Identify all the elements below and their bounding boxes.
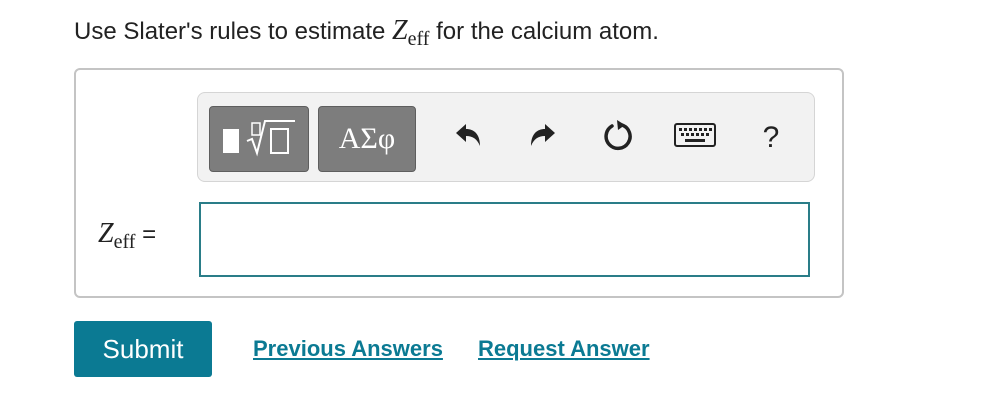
reset-icon [600, 118, 636, 159]
help-button[interactable]: ? [746, 113, 796, 163]
submit-button[interactable]: Submit [74, 321, 212, 377]
question-prefix: Use Slater's rules to estimate [74, 18, 393, 45]
symbols-label: ΑΣφ [338, 122, 396, 155]
answer-label-symbol: Z [98, 218, 114, 249]
request-answer-link[interactable]: Request Answer [478, 336, 650, 362]
question-symbol: Z [392, 15, 408, 46]
keyboard-icon [674, 122, 716, 154]
math-toolbar: ΑΣφ ? [197, 92, 815, 182]
answer-label: Zeff = [98, 218, 157, 253]
help-label: ? [762, 121, 780, 154]
undo-button[interactable] [443, 113, 493, 163]
reset-button[interactable] [593, 113, 643, 163]
answer-label-subscript: eff [113, 231, 136, 253]
answer-label-equals: = [135, 221, 157, 248]
redo-button[interactable] [518, 113, 568, 163]
question-subscript: eff [407, 28, 430, 50]
question-text: Use Slater's rules to estimate Zeff for … [74, 14, 659, 50]
question-suffix: for the calcium atom. [429, 18, 659, 45]
symbols-button[interactable]: ΑΣφ [318, 106, 416, 172]
answer-panel: ΑΣφ ? Zeff = [74, 68, 844, 298]
answer-input[interactable] [199, 202, 810, 277]
redo-icon [527, 120, 559, 157]
templates-button[interactable] [209, 106, 309, 172]
undo-icon [452, 120, 484, 157]
keyboard-button[interactable] [670, 113, 720, 163]
templates-icon [219, 115, 299, 164]
previous-answers-link[interactable]: Previous Answers [253, 336, 443, 362]
